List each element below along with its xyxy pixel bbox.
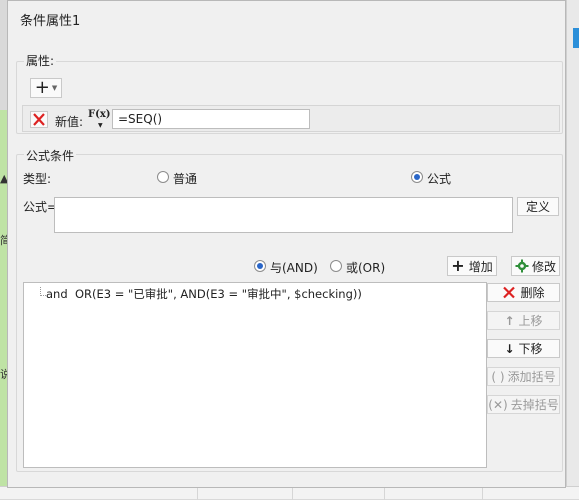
logic-or-radio[interactable] — [330, 260, 342, 272]
type-formula-label[interactable]: 公式 — [427, 170, 451, 187]
condition-list-item[interactable]: and OR(E3 = "已审批", AND(E3 = "审批中", $chec… — [46, 286, 362, 302]
background-window-edge — [566, 0, 579, 499]
remove-property-button[interactable] — [30, 111, 48, 128]
condition-properties-dialog: 条件属性1 属性: + ▼ 新值: F(x) ▼ =SEQ() 公式条件 类型:… — [7, 0, 566, 488]
move-down-label: 下移 — [518, 342, 543, 356]
formula-icon: F(x) — [88, 109, 111, 120]
background-side-tab — [573, 28, 579, 48]
parentheses-icon: ( ) — [491, 369, 505, 384]
formula-condition-group-title: 公式条件 — [24, 147, 77, 164]
add-property-button[interactable]: + ▼ — [30, 78, 62, 98]
modify-condition-label: 修改 — [531, 259, 556, 274]
formula-label: 公式= — [23, 200, 58, 214]
plus-icon: + — [451, 256, 465, 275]
add-condition-button[interactable]: + 增加 — [447, 256, 497, 276]
new-value-text: =SEQ() — [118, 112, 163, 126]
define-button-label: 定义 — [525, 200, 550, 214]
type-normal-label[interactable]: 普通 — [173, 170, 197, 187]
remove-parentheses-label: 去掉括号 — [510, 398, 559, 412]
close-icon — [33, 113, 45, 126]
logic-or-label[interactable]: 或(OR) — [346, 259, 385, 276]
formula-input[interactable] — [54, 197, 513, 233]
dialog-titlebar[interactable]: 条件属性1 — [8, 1, 565, 35]
move-up-button[interactable]: ↑ 上移 — [487, 311, 560, 330]
add-parentheses-label: 添加括号 — [507, 370, 556, 384]
modify-condition-button[interactable]: 修改 — [511, 256, 560, 276]
remove-parentheses-icon: (✕) — [488, 397, 508, 412]
add-parentheses-button[interactable]: ( ) 添加括号 — [487, 367, 560, 386]
type-label: 类型: — [23, 172, 52, 186]
move-down-button[interactable]: ↓ 下移 — [487, 339, 560, 358]
logic-and-label[interactable]: 与(AND) — [270, 259, 318, 276]
dialog-title: 条件属性1 — [20, 14, 81, 29]
logic-and-radio[interactable] — [254, 260, 266, 272]
move-up-label: 上移 — [518, 314, 543, 328]
properties-group-title: 属性: — [24, 52, 57, 69]
delete-condition-button[interactable]: 删除 — [487, 283, 560, 302]
formula-editor-button[interactable]: F(x) ▼ — [88, 109, 111, 129]
dropdown-arrow-icon: ▼ — [98, 122, 103, 129]
condition-list[interactable]: and OR(E3 = "已审批", AND(E3 = "审批中", $chec… — [23, 282, 487, 468]
gear-icon — [515, 259, 529, 273]
arrow-down-icon: ↓ — [504, 341, 515, 356]
arrow-up-icon: ↑ — [504, 313, 515, 328]
type-formula-radio[interactable] — [411, 171, 423, 183]
delete-condition-label: 删除 — [520, 286, 545, 300]
new-value-label: 新值: — [55, 115, 84, 129]
new-value-input[interactable]: =SEQ() — [112, 109, 310, 129]
remove-parentheses-button[interactable]: (✕) 去掉括号 — [487, 395, 560, 414]
define-button[interactable]: 定义 — [517, 197, 559, 216]
dropdown-arrow-icon: ▼ — [51, 84, 58, 92]
close-icon — [503, 286, 516, 299]
plus-icon: + — [34, 77, 50, 98]
add-condition-label: 增加 — [468, 259, 493, 274]
type-normal-radio[interactable] — [157, 171, 169, 183]
